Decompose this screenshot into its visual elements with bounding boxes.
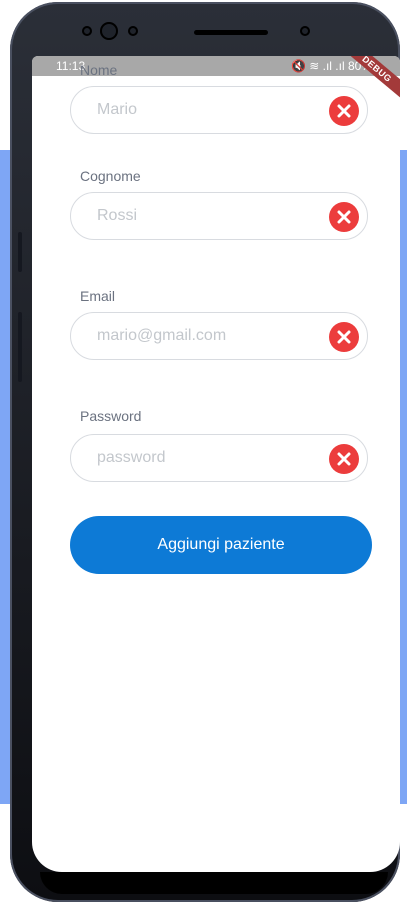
bottom-bezel — [40, 872, 388, 894]
close-icon — [337, 452, 351, 466]
sensor-icon — [82, 26, 92, 36]
volume-button — [18, 232, 22, 272]
name-input[interactable]: Mario — [70, 86, 368, 134]
clear-email-button[interactable] — [329, 322, 359, 352]
password-label: Password — [80, 408, 142, 424]
surname-input-value: Rossi — [97, 207, 138, 224]
app-screen: 11:13 🔇 ≋ .ıl .ıl 80% DEBUG Nome Mario C… — [32, 56, 400, 872]
close-icon — [337, 330, 351, 344]
clear-surname-button[interactable] — [329, 202, 359, 232]
front-camera-icon — [100, 22, 118, 40]
phone-frame: 11:13 🔇 ≋ .ıl .ıl 80% DEBUG Nome Mario C… — [10, 2, 400, 902]
sensor-icon — [300, 26, 310, 36]
close-icon — [337, 104, 351, 118]
sensor-icon — [128, 26, 138, 36]
earpiece-speaker — [194, 30, 268, 35]
email-input[interactable]: mario@gmail.com — [70, 312, 368, 360]
clear-password-button[interactable] — [329, 444, 359, 474]
name-label: Nome — [80, 62, 118, 78]
power-button — [18, 312, 22, 382]
clear-name-button[interactable] — [329, 96, 359, 126]
surname-label: Cognome — [80, 168, 141, 184]
surname-input[interactable]: Rossi — [70, 192, 368, 240]
password-input-value: password — [97, 449, 166, 466]
close-icon — [337, 210, 351, 224]
email-label: Email — [80, 288, 116, 304]
password-input[interactable]: password — [70, 434, 368, 482]
name-input-value: Mario — [97, 101, 138, 118]
add-patient-button[interactable]: Aggiungi paziente — [70, 516, 372, 574]
email-input-value: mario@gmail.com — [97, 327, 227, 344]
